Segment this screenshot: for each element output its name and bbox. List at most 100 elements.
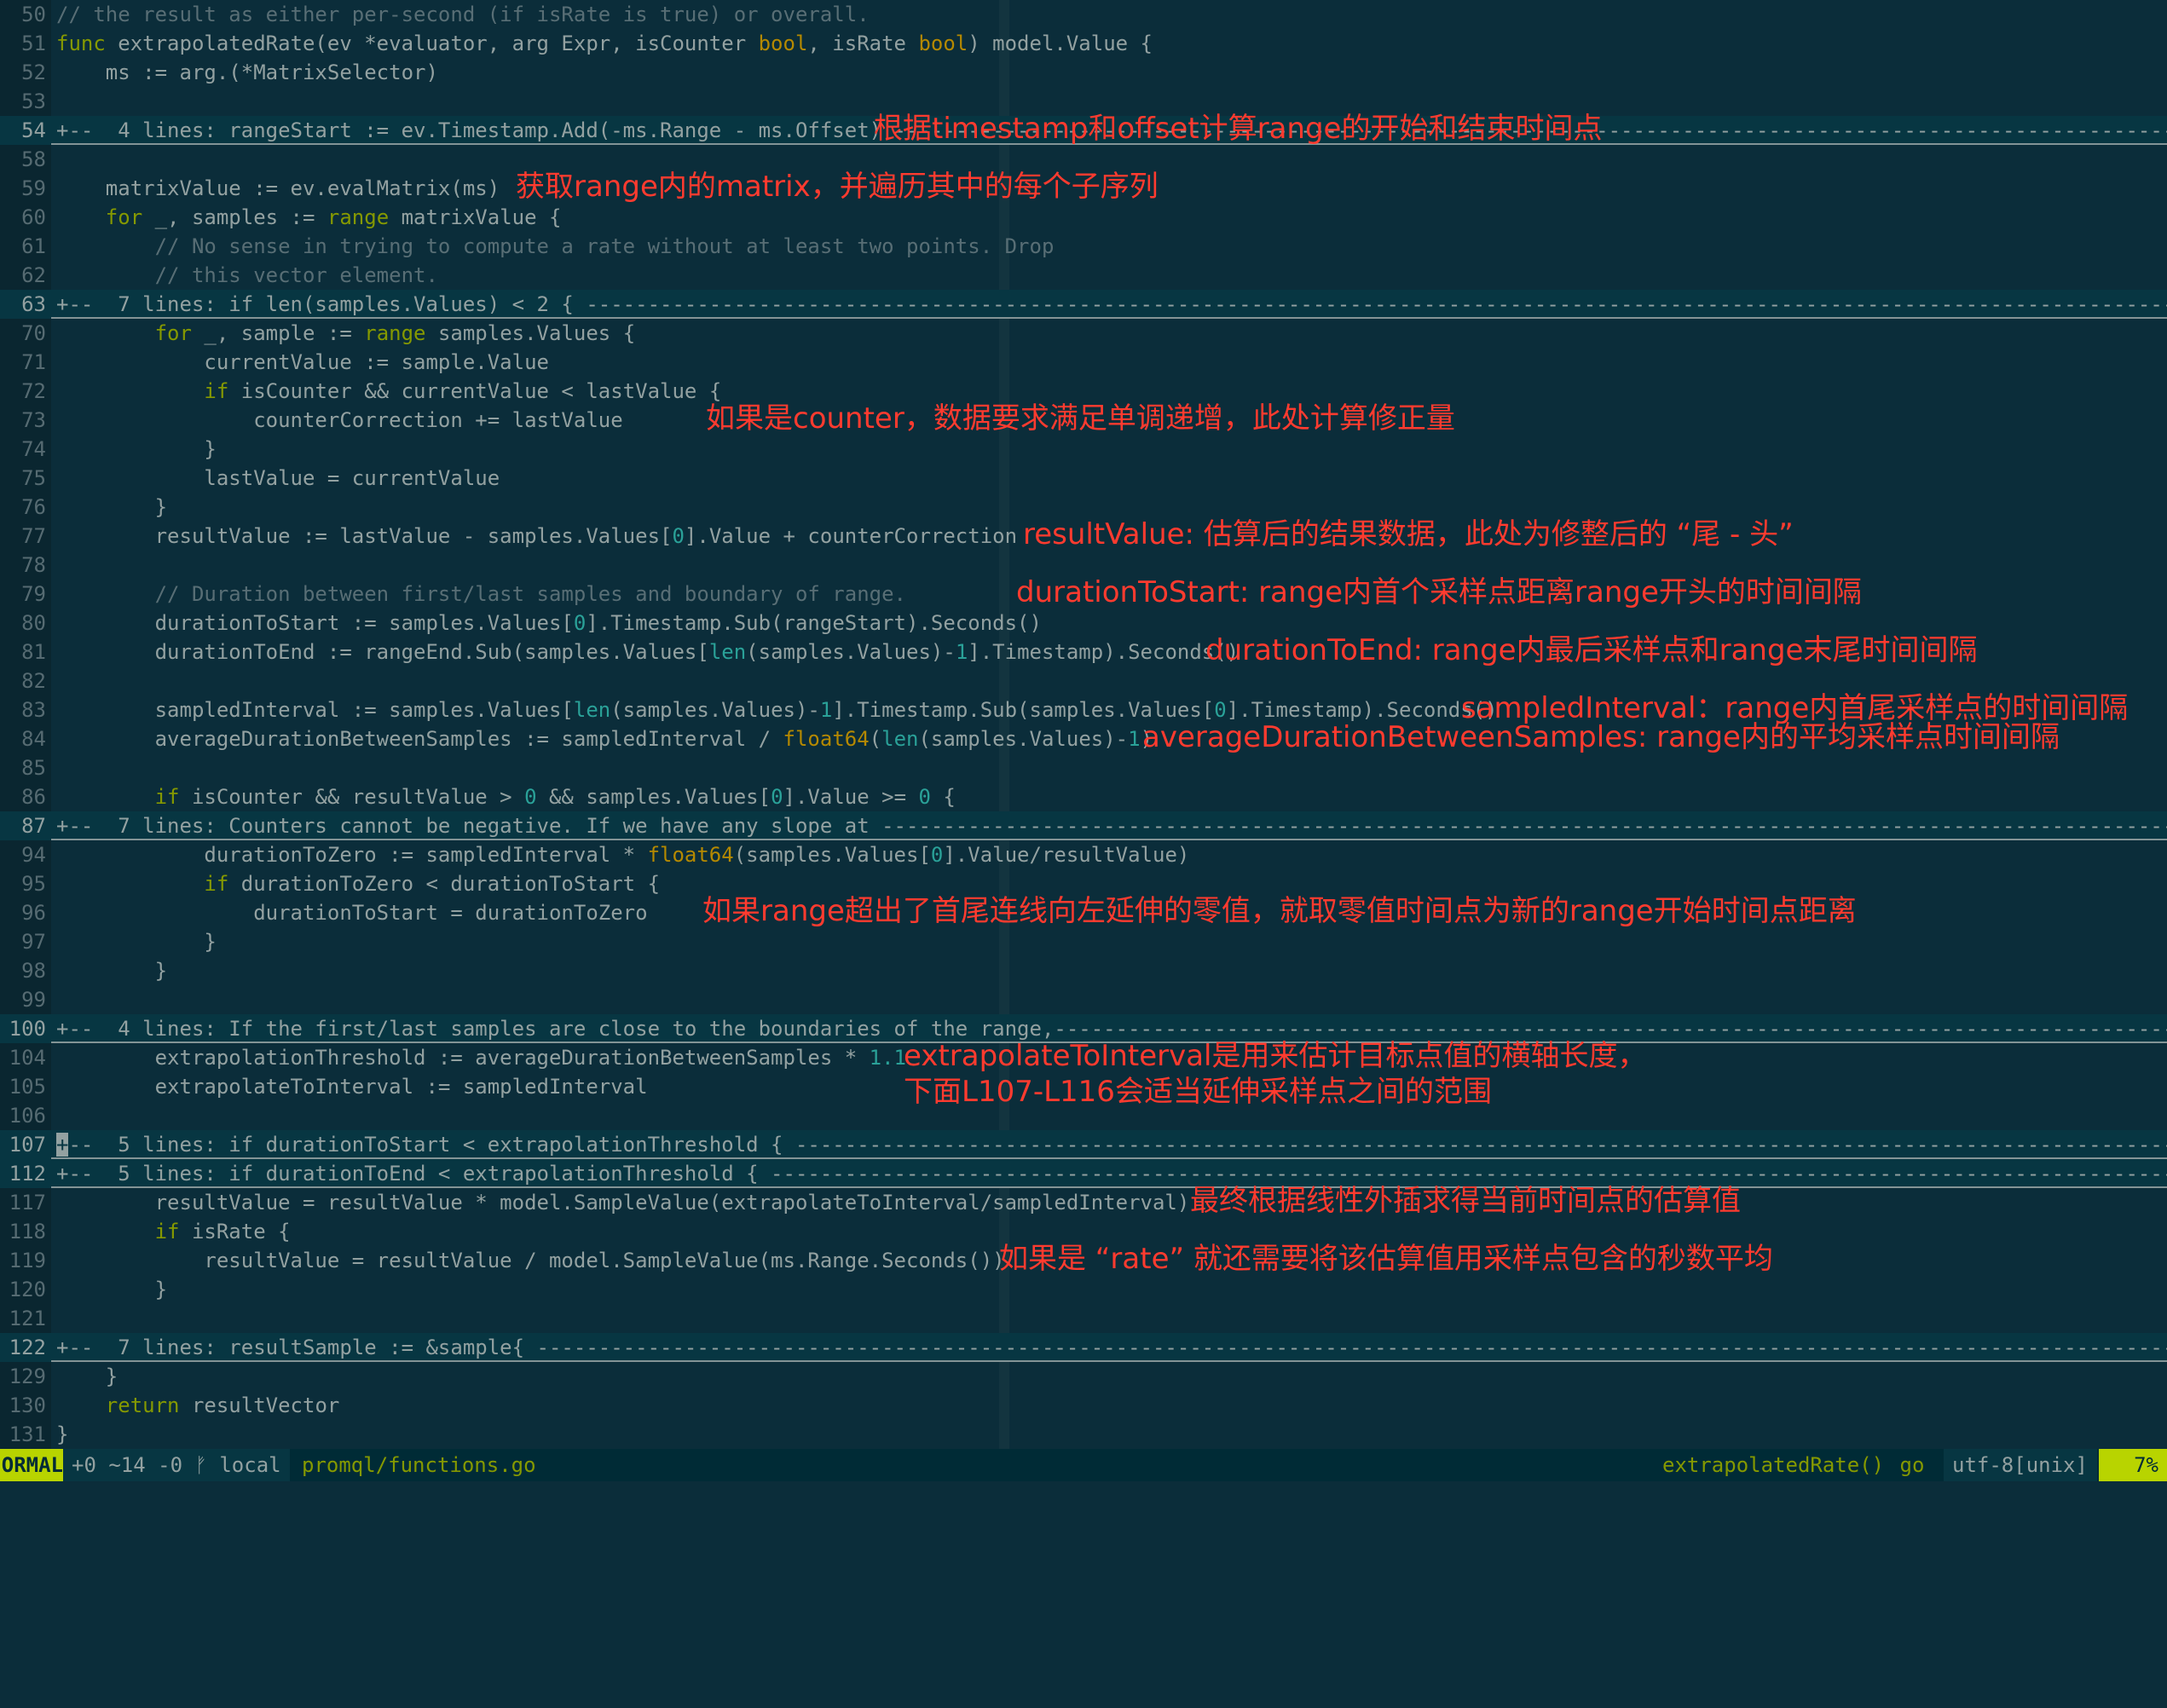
code-token: lastValue = currentValue [56, 466, 500, 490]
code-token: // this vector element. [56, 263, 438, 287]
code-editor[interactable]: 50// the result as either per-second (if… [0, 0, 2167, 1449]
code-line[interactable]: 52 ms := arg.(*MatrixSelector) [0, 58, 2167, 87]
code-line[interactable]: 97 } [0, 927, 2167, 956]
line-number: 112 [0, 1159, 51, 1188]
code-token: // No sense in trying to compute a rate … [56, 234, 1055, 258]
code-line[interactable]: 60 for _, samples := range matrixValue { [0, 203, 2167, 232]
git-status: +0 ~14 -0 ᚠ local [63, 1449, 290, 1481]
code-line[interactable]: 86 if isCounter && resultValue > 0 && sa… [0, 782, 2167, 811]
line-number: 83 [0, 695, 51, 724]
code-line[interactable]: 85 [0, 753, 2167, 782]
code-line[interactable]: 74 } [0, 435, 2167, 464]
code-line[interactable]: 70 for _, sample := range samples.Values… [0, 319, 2167, 348]
code-line[interactable]: 130 return resultVector [0, 1391, 2167, 1420]
code-token: 0 [771, 785, 783, 809]
status-bar: ORMAL +0 ~14 -0 ᚠ local promql/functions… [0, 1449, 2167, 1481]
line-code: averageDurationBetweenSamples := sampled… [56, 724, 1153, 753]
line-code: extrapolationThreshold := averageDuratio… [56, 1043, 906, 1072]
code-token: ].Value >= [783, 785, 919, 809]
line-number: 81 [0, 638, 51, 666]
line-code: resultValue := lastValue - samples.Value… [56, 522, 1017, 551]
fold-line[interactable]: 63 +-- 7 lines: if len(samples.Values) < … [0, 290, 2167, 319]
code-line[interactable]: 129 } [0, 1362, 2167, 1391]
file-path[interactable]: promql/functions.go [293, 1449, 583, 1481]
annotation-text: 获取range内的matrix，并遍历其中的每个子序列 [516, 170, 1159, 204]
fold-line[interactable]: 107 +-- 5 lines: if durationToStart < ext… [0, 1130, 2167, 1159]
line-number: 107 [0, 1130, 51, 1159]
code-token: ].Timestamp).Seconds() [968, 640, 1240, 664]
line-number: 60 [0, 203, 51, 232]
code-token: samples.Values { [425, 321, 636, 345]
line-number: 100 [0, 1014, 51, 1043]
code-line[interactable]: 121 [0, 1304, 2167, 1333]
line-number: 50 [0, 0, 51, 29]
line-code: +-- 5 lines: if durationToEnd < extrapol… [56, 1159, 2167, 1188]
code-line[interactable]: 94 durationToZero := sampledInterval * f… [0, 840, 2167, 869]
line-number: 97 [0, 927, 51, 956]
code-line[interactable]: 75 lastValue = currentValue [0, 464, 2167, 493]
code-token: { [930, 785, 956, 809]
code-line[interactable]: 50// the result as either per-second (if… [0, 0, 2167, 29]
code-token: (samples.Values)- [610, 698, 820, 722]
code-token: ].Value + counterCorrection [684, 524, 1018, 548]
code-token: sampledInterval := samples.Values[ [56, 698, 574, 722]
line-number: 106 [0, 1101, 51, 1130]
code-line[interactable]: 61 // No sense in trying to compute a ra… [0, 232, 2167, 261]
code-token: +-- 4 lines: If the first/last samples a… [56, 1017, 2167, 1041]
code-token: , isRate [807, 32, 919, 55]
code-token: } [56, 930, 217, 954]
fold-line[interactable]: 122 +-- 7 lines: resultSample := &sample{… [0, 1333, 2167, 1362]
code-token: && samples.Values[ [536, 785, 771, 809]
code-line[interactable]: 98 } [0, 956, 2167, 985]
text-cursor: + [56, 1133, 69, 1157]
scroll-percent: 7% [2099, 1449, 2167, 1481]
code-token: for [105, 205, 143, 229]
code-line[interactable]: 99 [0, 985, 2167, 1014]
line-number: 54 [0, 116, 51, 145]
code-line[interactable]: 117 resultValue = resultValue * model.Sa… [0, 1188, 2167, 1217]
line-code: if isRate { [56, 1217, 291, 1246]
line-code: } [56, 1420, 68, 1449]
code-line[interactable]: 51 func extrapolatedRate(ev *evaluator, a… [0, 29, 2167, 58]
line-number: 51 [0, 29, 51, 58]
line-number: 72 [0, 377, 51, 406]
fold-line[interactable]: 112 +-- 5 lines: if durationToEnd < extra… [0, 1159, 2167, 1188]
line-code: counterCorrection += lastValue [56, 406, 622, 435]
mode-indicator: ORMAL [0, 1449, 63, 1481]
code-token: ].Timestamp.Sub(rangeStart).Seconds() [586, 611, 1042, 635]
code-token: bool [918, 32, 968, 55]
line-number: 121 [0, 1304, 51, 1333]
code-token: durationToStart := samples.Values[ [56, 611, 574, 635]
code-token: if [154, 1220, 180, 1243]
code-token: 1 [1128, 727, 1141, 751]
code-line[interactable]: 71 currentValue := sample.Value [0, 348, 2167, 377]
line-code: durationToStart = durationToZero [56, 898, 647, 927]
line-code: // this vector element. [56, 261, 438, 290]
line-code: // No sense in trying to compute a rate … [56, 232, 1055, 261]
code-token: 0 [672, 524, 685, 548]
code-token: 1 [819, 698, 833, 722]
code-token: for [154, 321, 192, 345]
line-code: // the result as either per-second (if i… [56, 0, 870, 29]
annotation-text: 如果range超出了首尾连线向左延伸的零值，就取零值时间点为新的range开始时… [702, 894, 1857, 928]
code-token: extrapolationThreshold := averageDuratio… [56, 1046, 870, 1070]
line-number: 73 [0, 406, 51, 435]
line-code: resultValue = resultValue * model.Sample… [56, 1188, 1190, 1217]
code-line[interactable]: 62 // this vector element. [0, 261, 2167, 290]
fold-line[interactable]: 87 +-- 7 lines: Counters cannot be negati… [0, 811, 2167, 840]
line-code: durationToStart := samples.Values[0].Tim… [56, 609, 1042, 638]
code-line[interactable]: 131} [0, 1420, 2167, 1449]
code-token: float64 [783, 727, 870, 751]
line-code: } [56, 1362, 118, 1391]
code-token: ms := arg.(*MatrixSelector) [56, 61, 438, 84]
code-token: if [204, 872, 229, 896]
line-number: 84 [0, 724, 51, 753]
code-line[interactable]: 120 } [0, 1275, 2167, 1304]
code-token: durationToEnd := rangeEnd.Sub(samples.Va… [56, 640, 709, 664]
line-code: currentValue := sample.Value [56, 348, 549, 377]
code-token: matrixValue := ev.evalMatrix(ms) [56, 176, 500, 200]
